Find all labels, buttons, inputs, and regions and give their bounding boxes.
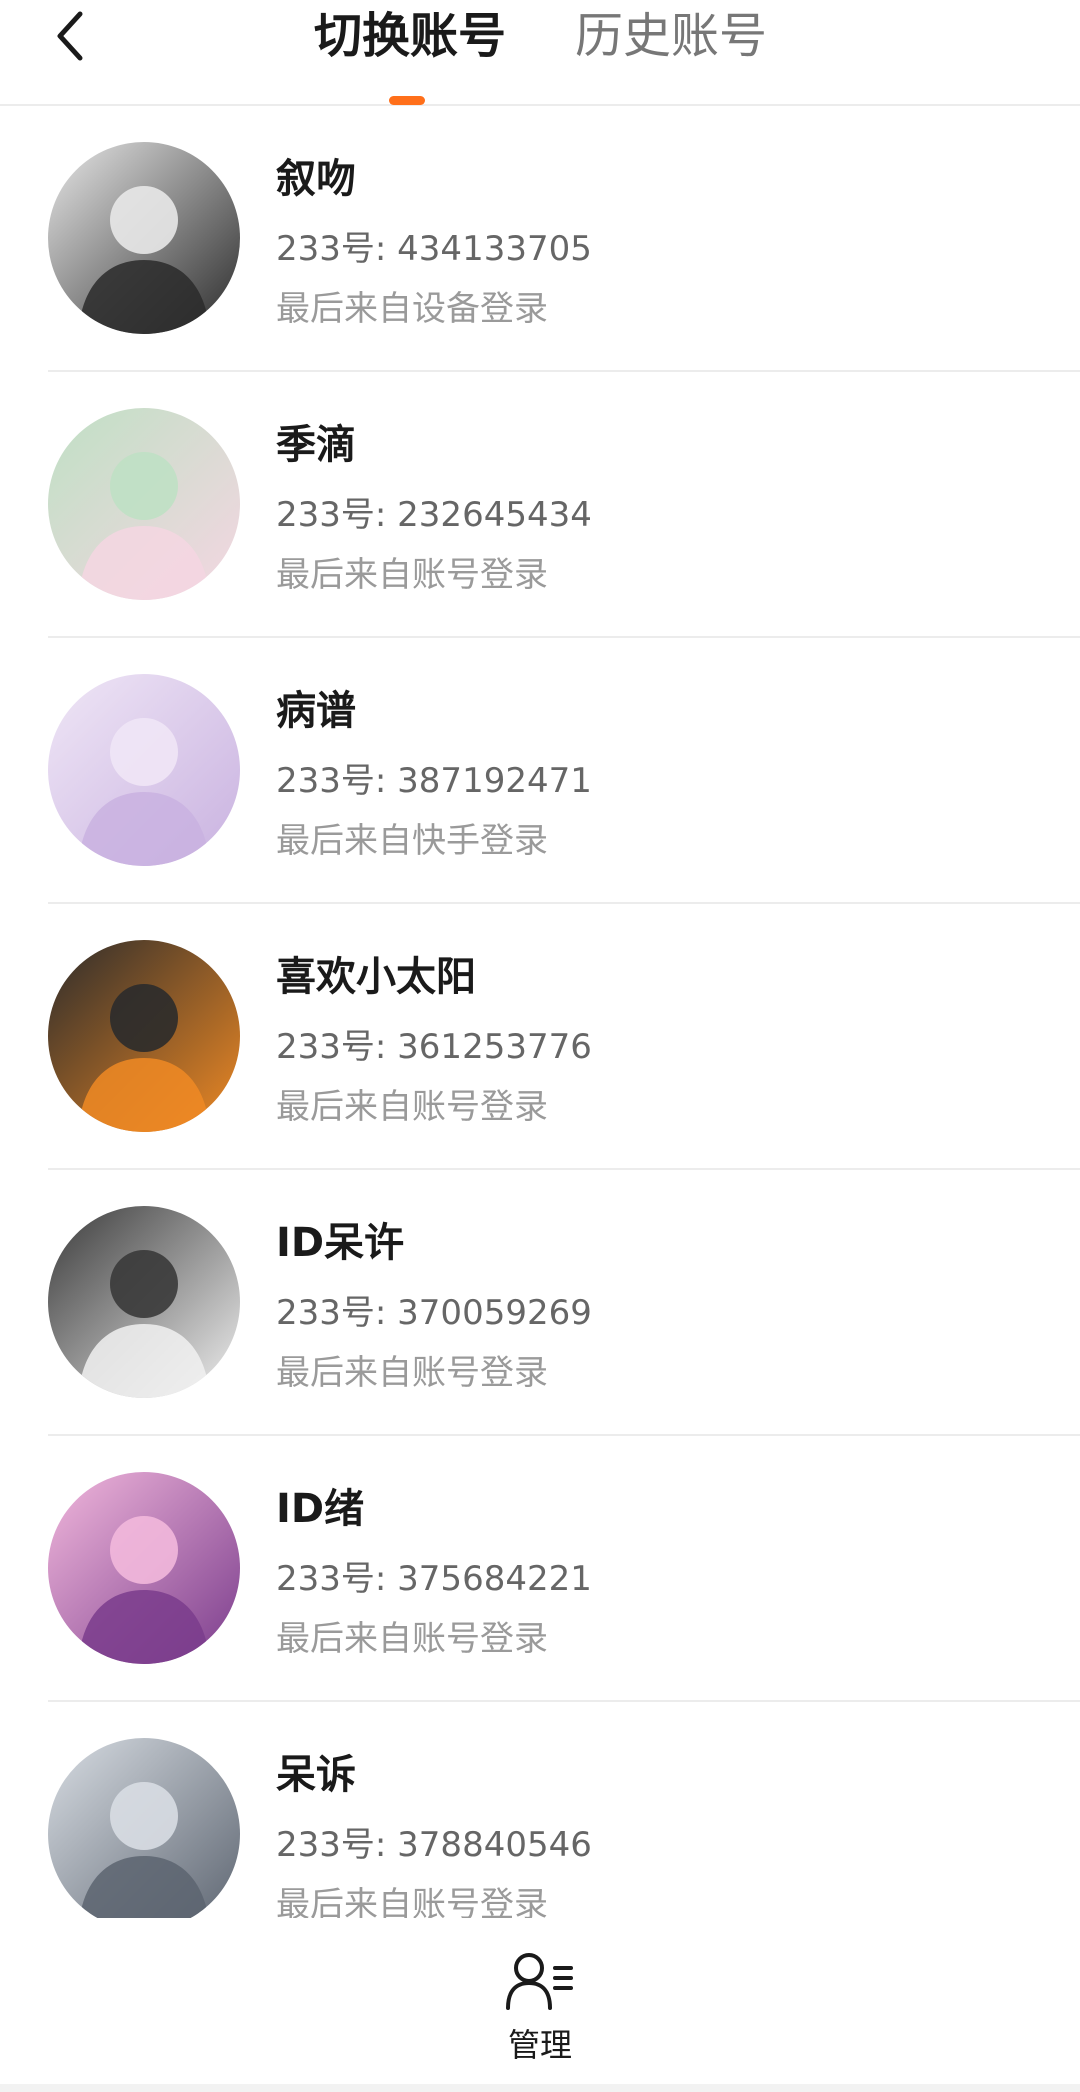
user-list-icon — [506, 1953, 573, 2010]
avatar-image — [48, 142, 240, 334]
avatar-image — [48, 408, 240, 600]
active-tab-indicator — [389, 96, 425, 105]
account-nickname: ID呆许 — [276, 1220, 405, 1266]
account-uid: 233号: 434133705 — [276, 221, 592, 270]
avatar-image — [48, 674, 240, 866]
account-uid: 233号: 361253776 — [276, 1019, 592, 1068]
login-source: 最后来自账号登录 — [276, 1619, 548, 1659]
uid-prefix: 233号: — [276, 1825, 398, 1865]
uid-prefix: 233号: — [276, 761, 398, 801]
avatar — [48, 1738, 240, 1918]
account-nickname: 季滴 — [276, 422, 356, 468]
uid-value: 387192471 — [397, 761, 592, 801]
uid-value: 361253776 — [397, 1027, 592, 1067]
avatar — [48, 142, 240, 334]
account-nickname: ID绪 — [276, 1486, 365, 1532]
uid-value: 378840546 — [397, 1825, 592, 1865]
account-uid: 233号: 370059269 — [276, 1285, 592, 1334]
avatar — [48, 1206, 240, 1398]
bottom-divider — [0, 2084, 1080, 2092]
uid-value: 370059269 — [397, 1293, 592, 1333]
uid-prefix: 233号: — [276, 495, 398, 535]
account-item[interactable]: 叙吻 233号: 434133705 最后来自设备登录 — [0, 106, 1080, 372]
login-source: 最后来自账号登录 — [276, 1885, 548, 1918]
account-nickname: 呆诉 — [276, 1752, 356, 1798]
account-nickname: 病谱 — [276, 688, 356, 734]
avatar-image — [48, 940, 240, 1132]
account-uid: 233号: 387192471 — [276, 753, 592, 802]
manage-button[interactable]: 管理 — [490, 1950, 590, 2080]
uid-value: 434133705 — [397, 229, 592, 269]
account-item[interactable]: 呆诉 233号: 378840546 最后来自账号登录 — [0, 1702, 1080, 1918]
account-item[interactable]: ID呆许 233号: 370059269 最后来自账号登录 — [0, 1170, 1080, 1436]
login-source: 最后来自设备登录 — [276, 289, 548, 329]
tab-switch-account[interactable]: 切换账号 — [314, 6, 506, 66]
uid-value: 232645434 — [397, 495, 592, 535]
account-item[interactable]: 病谱 233号: 387192471 最后来自快手登录 — [0, 638, 1080, 904]
login-source: 最后来自账号登录 — [276, 1353, 548, 1393]
uid-prefix: 233号: — [276, 1559, 398, 1599]
back-button[interactable] — [40, 6, 100, 66]
bottom-bar: 管理 — [0, 1918, 1080, 2092]
avatar — [48, 1472, 240, 1664]
avatar-image — [48, 1206, 240, 1398]
login-source: 最后来自账号登录 — [276, 555, 548, 595]
account-uid: 233号: 375684221 — [276, 1551, 592, 1600]
chevron-left-icon — [57, 11, 83, 61]
login-source: 最后来自账号登录 — [276, 1087, 548, 1127]
uid-prefix: 233号: — [276, 229, 398, 269]
uid-prefix: 233号: — [276, 1293, 398, 1333]
account-list[interactable]: 叙吻 233号: 434133705 最后来自设备登录季滴 233号: 2326454… — [0, 106, 1080, 1918]
account-item[interactable]: ID绪 233号: 375684221 最后来自账号登录 — [0, 1436, 1080, 1702]
avatar-image — [48, 1472, 240, 1664]
account-uid: 233号: 378840546 — [276, 1817, 592, 1866]
avatar — [48, 674, 240, 866]
uid-value: 375684221 — [397, 1559, 592, 1599]
avatar-image — [48, 1738, 240, 1918]
avatar — [48, 408, 240, 600]
account-nickname: 叙吻 — [276, 156, 356, 202]
account-uid: 233号: 232645434 — [276, 487, 592, 536]
avatar — [48, 940, 240, 1132]
manage-label: 管理 — [507, 2026, 572, 2064]
account-item[interactable]: 喜欢小太阳 233号: 361253776 最后来自账号登录 — [0, 904, 1080, 1170]
account-nickname: 喜欢小太阳 — [276, 954, 476, 1000]
top-header: 切换账号 历史账号 — [0, 0, 1080, 106]
login-source: 最后来自快手登录 — [276, 821, 548, 861]
uid-prefix: 233号: — [276, 1027, 398, 1067]
tab-history-account[interactable]: 历史账号 — [575, 6, 767, 66]
account-item[interactable]: 季滴 233号: 232645434 最后来自账号登录 — [0, 372, 1080, 638]
